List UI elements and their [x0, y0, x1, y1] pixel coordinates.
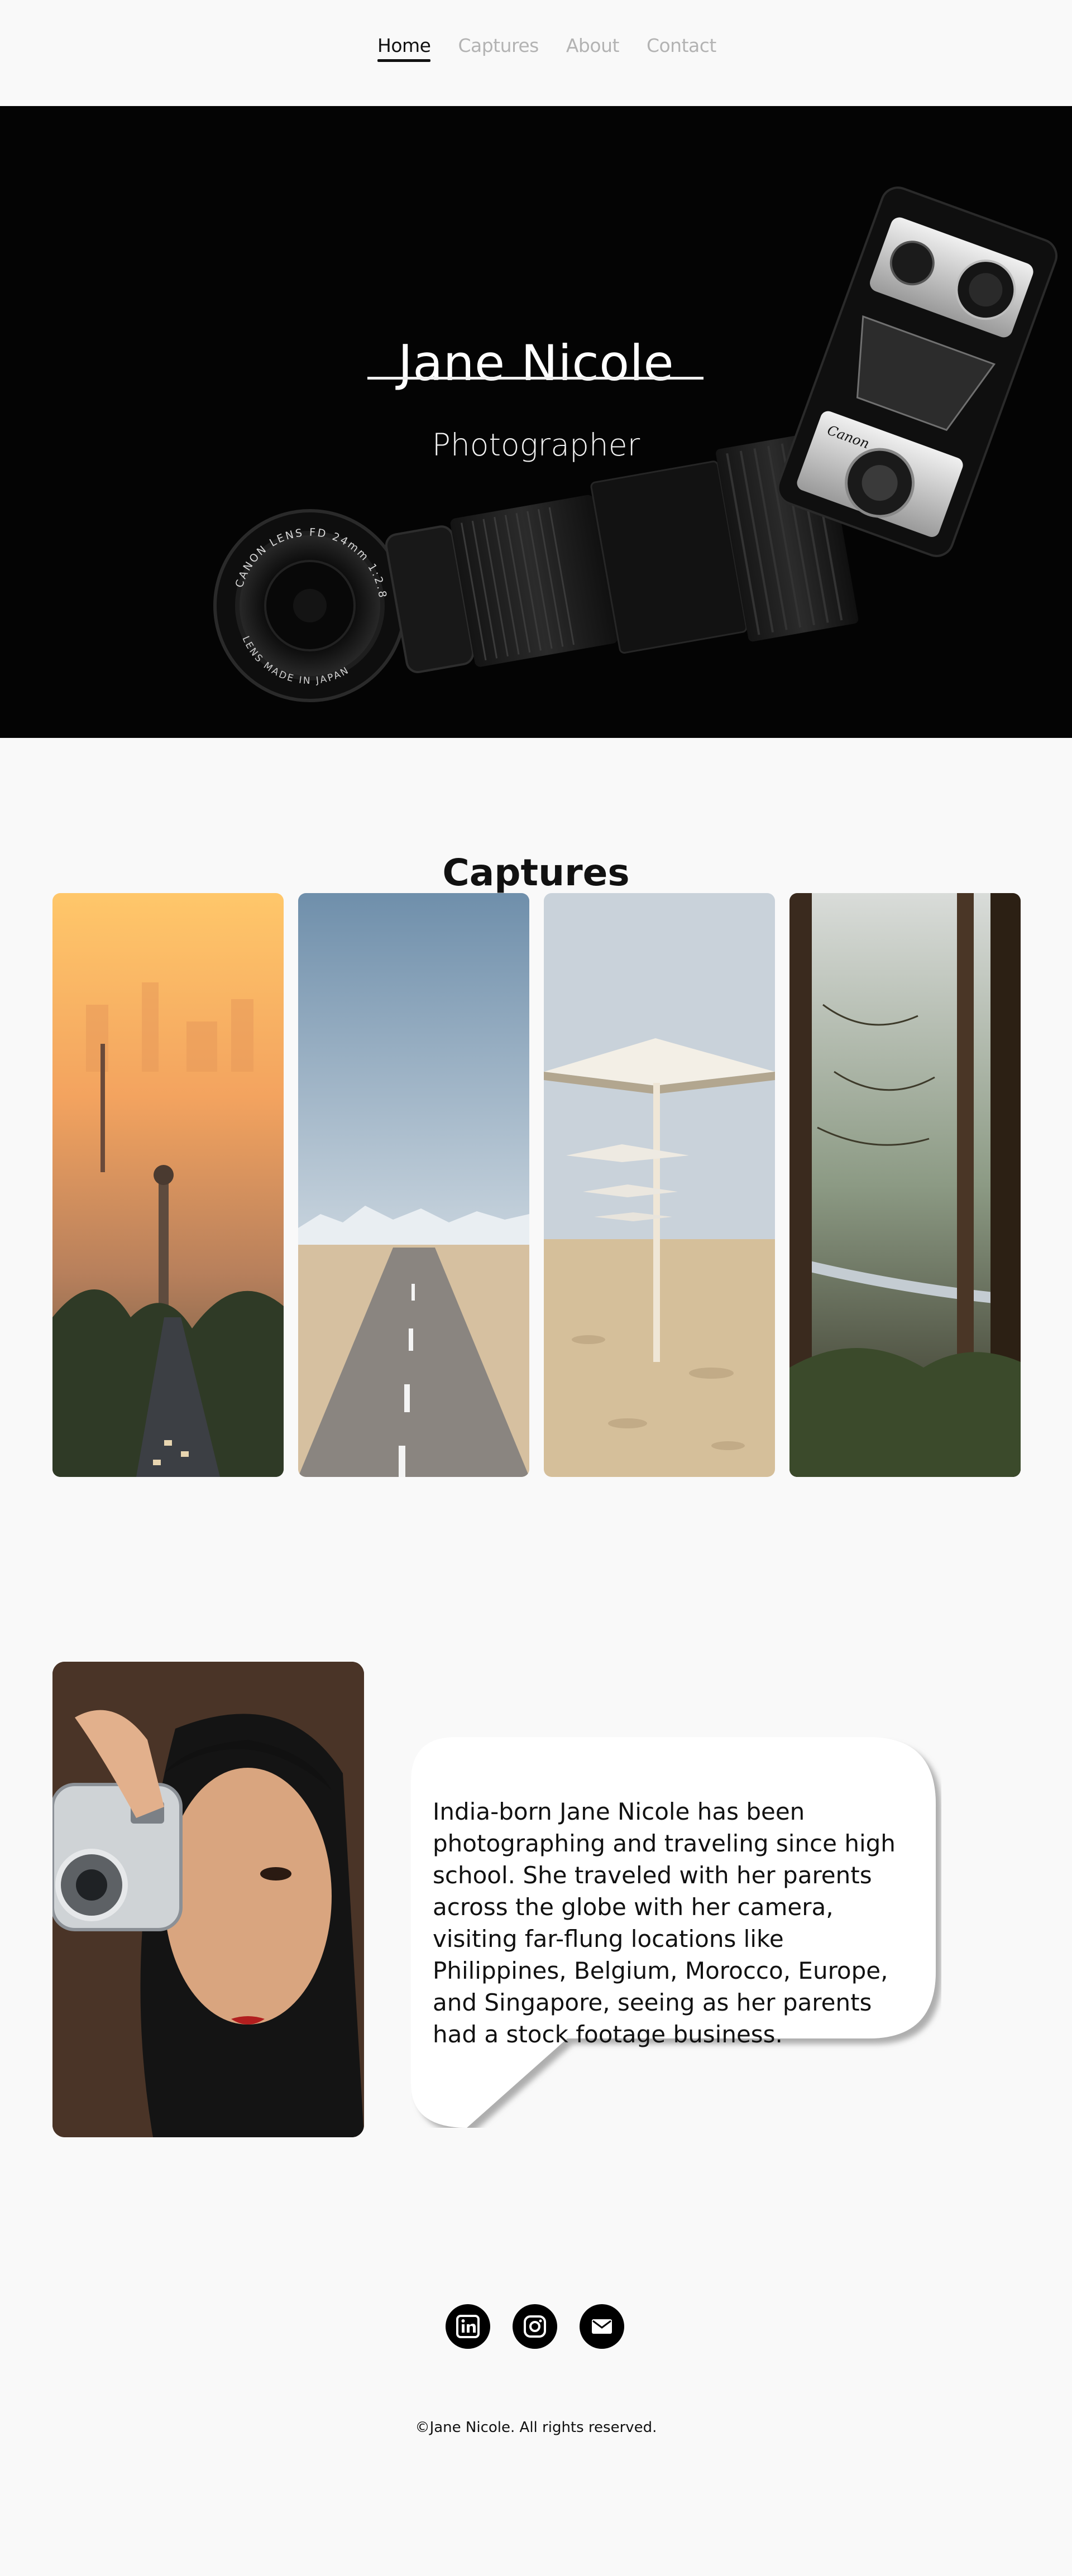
- hero-camera-image: CANON LENS FD 24mm 1:2.8 LENS MADE IN JA…: [213, 186, 1057, 702]
- mail-link[interactable]: [580, 2304, 624, 2349]
- hero-divider: [367, 377, 704, 380]
- hero-name: Jane Nicole: [398, 334, 674, 392]
- city-sunset-photo[interactable]: [52, 893, 284, 1477]
- nav-captures-link[interactable]: Captures: [458, 35, 539, 62]
- linkedin-icon: [456, 2315, 480, 2338]
- nav-links: Home Captures About Contact: [377, 35, 716, 62]
- bio-text: India-born Jane Nicole has been photogra…: [433, 1798, 896, 2048]
- portrait-photo: [52, 1662, 364, 2137]
- forest-photo[interactable]: [789, 893, 1021, 1477]
- desert-road-photo[interactable]: [298, 893, 529, 1477]
- copyright-text: ©Jane Nicole. All rights reserved.: [415, 2419, 657, 2436]
- mail-icon: [592, 2319, 612, 2334]
- captures-title: Captures: [442, 851, 630, 894]
- hero-role: Photographer: [432, 427, 640, 463]
- instagram-icon: [524, 2315, 546, 2338]
- small-lens: CANON LENS FD 24mm 1:2.8 LENS MADE IN JA…: [213, 509, 406, 702]
- top-nav: Home Captures About Contact: [0, 0, 1072, 106]
- linkedin-link[interactable]: [446, 2304, 490, 2349]
- nav-about-link[interactable]: About: [566, 35, 620, 62]
- social-links: [446, 2304, 624, 2349]
- instagram-link[interactable]: [513, 2304, 557, 2349]
- hero-section: CANON LENS FD 24mm 1:2.8 LENS MADE IN JA…: [0, 106, 1072, 738]
- beach-umbrella-photo[interactable]: [544, 893, 775, 1477]
- nav-contact-link[interactable]: Contact: [647, 35, 716, 62]
- nav-home-link[interactable]: Home: [377, 35, 431, 62]
